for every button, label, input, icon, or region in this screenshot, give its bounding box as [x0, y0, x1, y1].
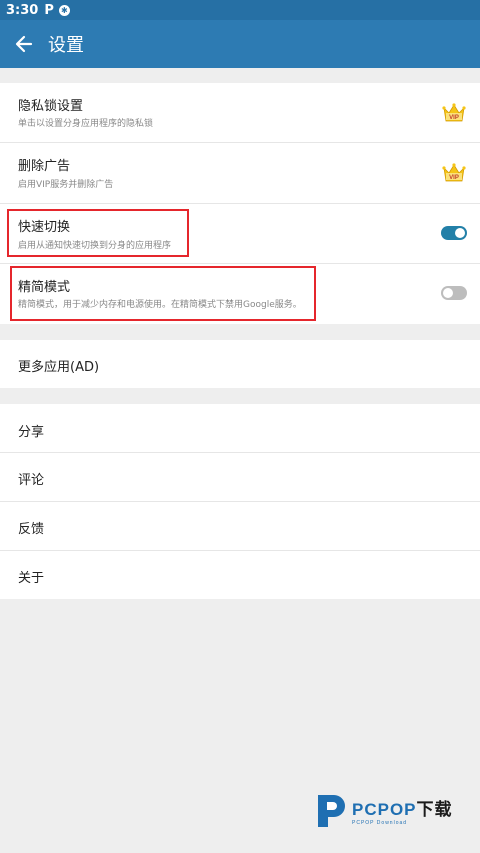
back-button[interactable] [4, 24, 44, 64]
toggle-knob [455, 228, 465, 238]
privacy-lock-row[interactable]: 隐私锁设置 单击以设置分身应用程序的隐私锁 VIP [0, 83, 480, 143]
quick-switch-toggle[interactable] [441, 226, 467, 240]
watermark-brand: PCPOP [352, 799, 417, 819]
svg-text:VIP: VIP [449, 115, 459, 121]
review-row[interactable]: 评论 [0, 453, 480, 502]
privacy-lock-subtitle: 单击以设置分身应用程序的隐私锁 [18, 119, 154, 129]
svg-text:VIP: VIP [449, 175, 459, 181]
feedback-row[interactable]: 反馈 [0, 502, 480, 551]
share-row[interactable]: 分享 [0, 404, 480, 453]
back-arrow-icon [15, 35, 33, 53]
vip-crown-icon: VIP [442, 103, 466, 122]
pcpop-logo-icon [318, 795, 345, 827]
highlight-box-quick-switch [7, 209, 189, 257]
settings-group-more: 更多应用(AD) [0, 340, 480, 388]
about-row[interactable]: 关于 [0, 551, 480, 599]
remove-ads-title: 删除广告 [18, 159, 71, 174]
remove-ads-row[interactable]: 删除广告 启用VIP服务并删除广告 VIP [0, 143, 480, 204]
lite-mode-toggle[interactable] [441, 286, 467, 300]
remove-ads-subtitle: 启用VIP服务并删除广告 [18, 180, 114, 190]
status-time: 3:30 [6, 2, 39, 18]
more-apps-row[interactable]: 更多应用(AD) [0, 340, 480, 388]
parking-app-icon: P [44, 2, 54, 18]
app-bar: 设置 [0, 20, 480, 68]
bluetooth-icon: ✱ [58, 4, 70, 16]
about-title: 关于 [18, 571, 45, 586]
vip-crown-icon: VIP [442, 163, 466, 182]
toggle-knob [443, 288, 453, 298]
more-apps-title: 更多应用(AD) [18, 360, 100, 375]
highlight-box-lite-mode [10, 266, 316, 321]
watermark-brand-cn: 下载 [416, 799, 453, 819]
review-title: 评论 [18, 473, 45, 488]
privacy-lock-title: 隐私锁设置 [18, 99, 84, 114]
watermark-logo: PCPOP下载 PCPOP Download [314, 790, 453, 830]
status-bar: 3:30 P ✱ [0, 0, 480, 20]
settings-group-misc: 分享 评论 反馈 关于 [0, 404, 480, 599]
feedback-title: 反馈 [18, 522, 45, 537]
share-title: 分享 [18, 425, 45, 440]
watermark-subtitle: PCPOP Download [352, 819, 408, 826]
page-title: 设置 [48, 35, 84, 56]
